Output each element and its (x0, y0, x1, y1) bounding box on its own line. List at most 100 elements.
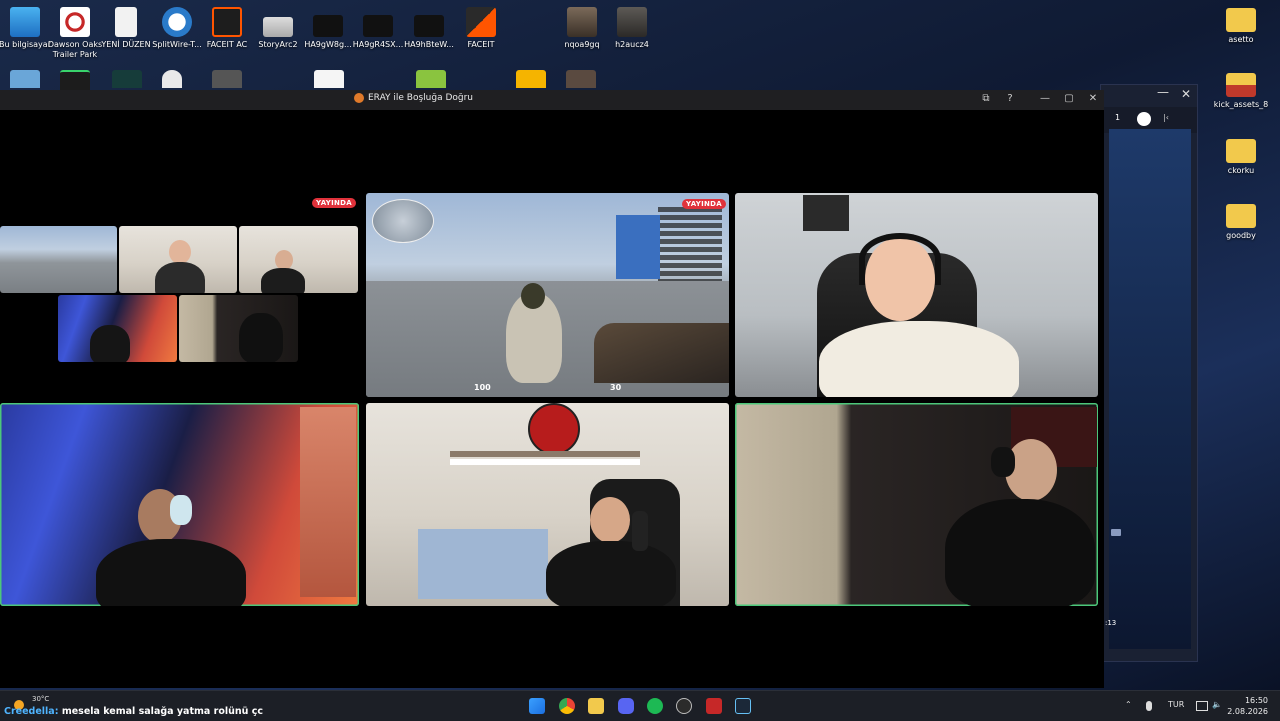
language-indicator[interactable]: TUR (1168, 700, 1184, 709)
participant-tile-4[interactable] (366, 403, 729, 606)
avatar (590, 497, 630, 543)
door (300, 407, 356, 597)
avatar (275, 250, 293, 270)
avatar (169, 240, 191, 264)
avatar (239, 313, 283, 362)
app-icon[interactable] (516, 70, 546, 88)
clock-time: 16:50 (1244, 696, 1268, 705)
game-icon (60, 7, 90, 37)
participant-tile-game[interactable]: 100 30 YAYINDA (366, 193, 729, 397)
call-window: ERAY ile Boşluğa Doğru ⧉ ? — ▢ ✕ YAYINDA… (0, 90, 1104, 688)
folder-icon (1226, 139, 1256, 163)
obs-icon[interactable] (676, 698, 692, 714)
image-icon (567, 7, 597, 37)
weather-temp[interactable]: 30°C (32, 695, 49, 703)
computer-icon (10, 7, 40, 37)
desktop-icon-faceit[interactable]: FACEIT (449, 7, 513, 50)
image-icon (414, 15, 444, 37)
collapse-icon[interactable]: |‹ (1163, 113, 1169, 122)
poster (803, 195, 849, 231)
app-logo-icon (354, 93, 364, 103)
wall-logo (528, 403, 580, 455)
ticker-user: Creedella: (4, 706, 59, 717)
app-icon[interactable] (112, 70, 142, 88)
avatar (155, 262, 205, 293)
microphone-icon[interactable] (1146, 701, 1152, 711)
player-model (521, 283, 545, 309)
spotify-icon[interactable] (647, 698, 663, 714)
background-window[interactable]: — ✕ 1 |‹ :13 (1100, 84, 1198, 662)
viewer-count: 1 (1115, 113, 1121, 122)
avatar (819, 321, 1019, 397)
bed (418, 529, 548, 599)
app-icon (263, 17, 293, 37)
app-icon[interactable] (706, 698, 722, 714)
volume-icon[interactable]: 🔈 (1212, 700, 1222, 709)
steam-icon[interactable] (735, 698, 751, 714)
app-icon[interactable] (416, 70, 446, 88)
microphone (632, 511, 648, 551)
discord-icon[interactable] (618, 698, 634, 714)
file-explorer-icon[interactable] (588, 698, 604, 714)
desktop-folder-kick-assets[interactable]: kick_assets_8 (1209, 73, 1273, 110)
display-icon[interactable] (1196, 701, 1208, 711)
start-icon[interactable] (529, 698, 545, 714)
image-icon (363, 15, 393, 37)
user-icon[interactable] (1137, 112, 1151, 126)
participant-tile-2[interactable] (735, 193, 1098, 397)
desktop-icon-h2aucz4[interactable]: h2aucz4 (600, 7, 664, 50)
sky-building (616, 215, 660, 279)
share-tile-cam-1[interactable] (119, 226, 237, 293)
app-icon[interactable] (314, 70, 344, 88)
recycle-bin-icon[interactable] (10, 70, 40, 88)
help-icon[interactable]: ? (1003, 93, 1017, 104)
window-titlebar[interactable]: ERAY ile Boşluğa Doğru ⧉ ? — ▢ ✕ (0, 90, 1104, 110)
ticker-text: mesela kemal salağa yatma rolünü çc (58, 706, 263, 717)
globe-icon (162, 7, 192, 37)
weapon-model (594, 323, 729, 383)
headset (991, 447, 1015, 477)
desktop-folder-asetto[interactable]: asetto (1209, 8, 1273, 45)
app-icon[interactable] (212, 70, 242, 88)
bg-close-button[interactable]: ✕ (1181, 87, 1191, 101)
participant-tile-5[interactable] (735, 403, 1098, 606)
participant-tile-3[interactable] (0, 403, 359, 606)
share-tile-game[interactable] (0, 226, 117, 293)
folder-icon (1226, 73, 1256, 97)
shelf (450, 459, 640, 465)
live-badge: YAYINDA (682, 199, 727, 209)
headset (170, 495, 192, 525)
folder-icon (1226, 204, 1256, 228)
desktop-folder-goodby[interactable]: goodby (1209, 204, 1273, 241)
image-icon (313, 15, 343, 37)
tray-overflow-icon[interactable]: ⌃ (1125, 700, 1132, 709)
system-clock[interactable]: 16:50 2.08.2026 (1227, 695, 1268, 717)
maximize-button[interactable]: ▢ (1062, 93, 1076, 104)
taskbar: 30°C Creedella: mesela kemal salağa yatm… (0, 690, 1280, 721)
image-icon (617, 7, 647, 37)
minimize-button[interactable]: — (1038, 93, 1052, 104)
picture-in-picture-icon[interactable]: ⧉ (979, 93, 993, 104)
chat-ticker: Creedella: mesela kemal salağa yatma rol… (4, 706, 263, 717)
app-icon[interactable] (566, 70, 596, 88)
chrome-icon[interactable] (559, 698, 575, 714)
bg-minimize-button[interactable]: — (1157, 85, 1169, 99)
faceit-icon (466, 7, 496, 37)
avatar (261, 268, 305, 293)
app-icon[interactable] (162, 70, 182, 88)
camera-icon[interactable] (1111, 529, 1121, 536)
avatar (90, 325, 130, 362)
app-icon[interactable] (60, 70, 90, 90)
minimap (372, 199, 434, 243)
ammo-readout: 30 (610, 383, 622, 392)
folder-icon (1226, 8, 1256, 32)
faceit-ac-icon (212, 7, 242, 37)
close-button[interactable]: ✕ (1086, 93, 1100, 104)
share-tile-cam-3[interactable] (58, 295, 177, 362)
share-tile-cam-4[interactable] (179, 295, 298, 362)
desktop-folder-ckorku[interactable]: ckorku (1209, 139, 1273, 176)
bg-time-badge: :13 (1105, 619, 1117, 627)
avatar (96, 539, 246, 606)
bg-window-content (1109, 129, 1191, 649)
share-tile-cam-2[interactable] (239, 226, 358, 293)
